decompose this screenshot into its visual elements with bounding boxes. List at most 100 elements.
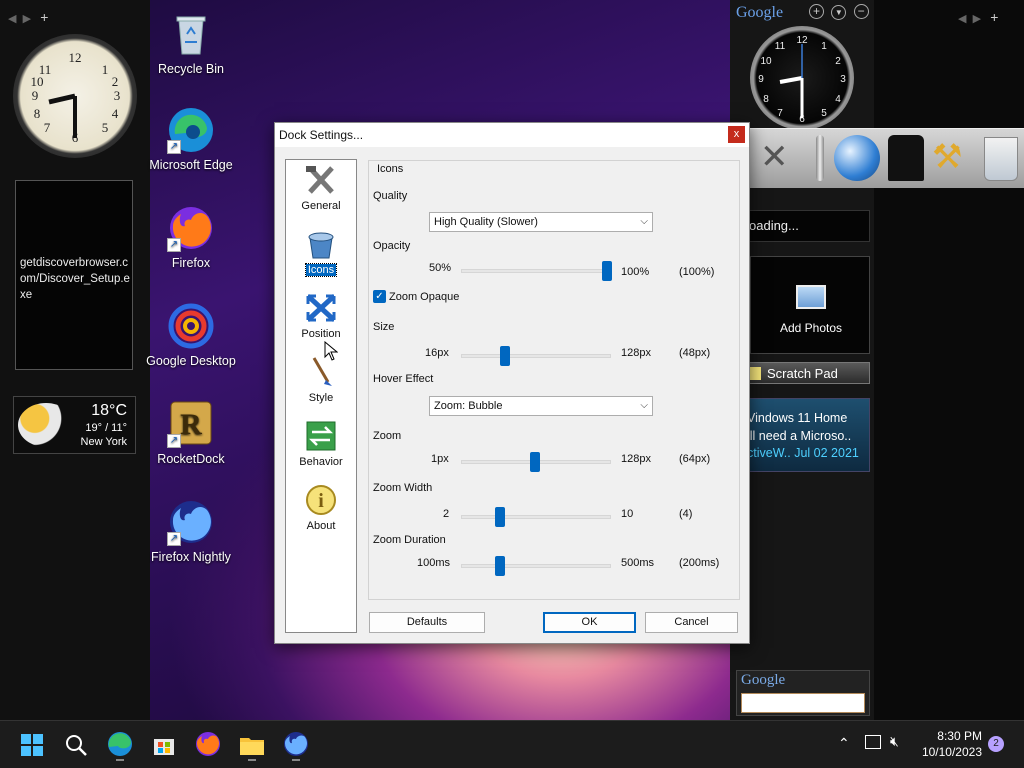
svg-text:1: 1 (821, 41, 827, 52)
size-slider-track[interactable] (461, 354, 611, 358)
cancel-button[interactable]: Cancel (645, 612, 738, 633)
scratch-pad-gadget[interactable]: Scratch Pad (746, 362, 870, 384)
shortcut-arrow-icon: ↗ (167, 140, 181, 154)
clock-time[interactable]: 8:30 PM (920, 729, 982, 743)
desktop-icon-label: Recycle Bin (158, 62, 224, 76)
dock-hammer-icon[interactable]: ⚒ (932, 137, 962, 177)
news-line-2[interactable]: ill need a Microso.. (747, 429, 851, 443)
news-gadget[interactable]: Vindows 11 Home ill need a Microso.. cti… (746, 398, 870, 472)
shortcut-arrow-icon: ↗ (167, 238, 181, 252)
defaults-button[interactable]: Defaults (369, 612, 485, 633)
zoom-width-slider-track[interactable] (461, 515, 611, 519)
scratch-pad-label: Scratch Pad (767, 366, 838, 381)
zoom-duration-label: Zoom Duration (373, 534, 446, 546)
right-gadget-panel: ◀ ▶ + (874, 0, 1024, 720)
edge-taskbar-icon[interactable] (104, 729, 136, 761)
volume-muted-icon[interactable]: 🔇︎ (890, 733, 899, 750)
notification-badge[interactable]: 2 (988, 736, 1004, 752)
quality-label: Quality (373, 190, 408, 202)
weather-gadget[interactable]: 18°C 19° / 11° New York (13, 396, 136, 454)
tab-style[interactable]: Style (286, 356, 356, 404)
dark-clock-gadget: 12 3 6 9 1245 7 8 10 11 (750, 26, 854, 130)
tab-position[interactable]: Position (286, 292, 356, 340)
desktop-icon-firefox-nightly[interactable]: ↗ Firefox Nightly (143, 498, 239, 565)
google-search-logo: Google (741, 672, 786, 688)
opacity-slider-track[interactable] (461, 269, 611, 273)
search-icon[interactable] (60, 729, 92, 761)
zoom-slider-thumb[interactable] (530, 452, 540, 472)
icons-icon (304, 228, 338, 260)
size-slider-thumb[interactable] (500, 346, 510, 366)
shortcut-arrow-icon: ↗ (167, 434, 181, 448)
firefox-taskbar-icon[interactable] (192, 729, 224, 761)
clock-date[interactable]: 10/10/2023 (910, 745, 982, 759)
add-gadget-icon[interactable]: + (809, 4, 824, 19)
zoom-min: 1px (431, 453, 449, 465)
minimize-sidebar-icon[interactable]: − (853, 4, 869, 19)
start-button[interactable] (16, 729, 48, 761)
tab-label: About (306, 520, 336, 532)
loading-gadget: oading... (746, 210, 870, 242)
desktop-icon-rocketdock[interactable]: R ↗ RocketDock (143, 400, 239, 467)
sidebar-controls[interactable]: + ▼ − (809, 4, 869, 20)
zoom-duration-slider-track[interactable] (461, 564, 611, 568)
photos-gadget[interactable]: Add Photos (750, 256, 870, 354)
tab-behavior[interactable]: Behavior (286, 420, 356, 468)
zoom-width-label: Zoom Width (373, 482, 433, 494)
add-photos-label[interactable]: Add Photos (751, 321, 871, 335)
weather-city: New York (80, 436, 127, 448)
gadget-nav-arrows-right[interactable]: ◀ ▶ + (958, 9, 998, 25)
desktop-icon-label: RocketDock (157, 452, 225, 466)
zoom-duration-max: 500ms (621, 557, 655, 569)
zoom-opaque-checkbox[interactable]: ✓ (373, 290, 386, 303)
dock-globe-icon[interactable] (834, 135, 880, 181)
taskbar: ⌃ 🔇︎ 8:30 PM 10/10/2023 2 (0, 720, 1024, 768)
svg-text:11: 11 (775, 41, 786, 52)
download-link-text[interactable]: getdiscoverbrowser.com/Discover_Setup.ex… (20, 255, 132, 303)
desktop-icon-firefox[interactable]: ↗ Firefox (143, 204, 239, 271)
svg-text:3: 3 (114, 88, 121, 103)
size-current: (48px) (679, 347, 711, 359)
svg-text:5: 5 (821, 108, 827, 119)
ok-button[interactable]: OK (543, 612, 636, 633)
tab-icons[interactable]: Icons (286, 228, 356, 277)
hover-effect-label: Hover Effect (373, 373, 434, 385)
quality-select[interactable]: High Quality (Slower) ⌵ (429, 212, 653, 232)
news-line-1[interactable]: Vindows 11 Home (747, 411, 847, 425)
store-taskbar-icon[interactable] (148, 729, 180, 761)
download-gadget[interactable]: getdiscoverbrowser.com/Discover_Setup.ex… (15, 180, 133, 370)
desktop-icon-edge[interactable]: ↗ Microsoft Edge (143, 106, 239, 173)
opacity-label: Opacity (373, 240, 411, 252)
quality-value: High Quality (Slower) (434, 216, 538, 228)
hover-effect-select[interactable]: Zoom: Bubble ⌵ (429, 396, 653, 416)
zoom-width-max: 10 (621, 508, 634, 520)
firefox-nightly-taskbar-icon[interactable] (280, 729, 312, 761)
gadget-nav-arrows[interactable]: ◀ ▶ + (8, 9, 48, 25)
file-explorer-taskbar-icon[interactable] (236, 729, 268, 761)
svg-text:7: 7 (777, 108, 783, 119)
network-icon[interactable] (865, 735, 881, 749)
tab-about[interactable]: i About (286, 484, 356, 532)
news-line-3[interactable]: ctiveW.. Jul 02 2021 (747, 446, 859, 460)
close-button[interactable]: x (728, 126, 745, 143)
zoom-width-slider-thumb[interactable] (495, 507, 505, 527)
google-search-input[interactable] (741, 693, 865, 713)
menu-down-icon[interactable]: ▼ (831, 5, 847, 20)
dock-tools-icon[interactable]: ✕ (760, 137, 789, 177)
desktop-icon-label: Firefox (171, 256, 211, 270)
opacity-max: 100% (621, 266, 650, 278)
svg-text:i: i (318, 490, 324, 512)
svg-text:4: 4 (835, 94, 841, 105)
loading-text: oading... (749, 218, 799, 233)
zoom-duration-slider-thumb[interactable] (495, 556, 505, 576)
desktop-icon-recycle-bin[interactable]: Recycle Bin (143, 10, 239, 77)
dock-recycle-bin-icon[interactable] (984, 137, 1018, 181)
tab-general[interactable]: General (286, 164, 356, 212)
dock-shirt-icon[interactable] (888, 135, 924, 181)
desktop-icon-google-desktop[interactable]: Google Desktop (143, 302, 239, 369)
size-max: 128px (621, 347, 651, 359)
opacity-slider-thumb[interactable] (602, 261, 612, 281)
chevron-up-icon[interactable]: ⌃ (838, 735, 850, 752)
zoom-current: (64px) (679, 453, 711, 465)
firefox-icon: ↗ (167, 204, 215, 252)
